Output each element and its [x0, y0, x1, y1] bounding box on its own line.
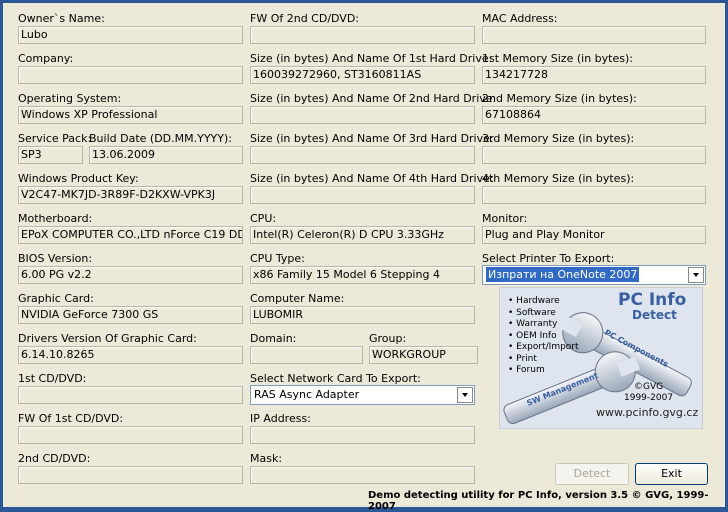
domain-label: Domain: [250, 332, 297, 345]
graphic-card-label: Graphic Card: [18, 292, 94, 305]
printer-select[interactable]: Изпрати на OneNote 2007 [482, 265, 706, 285]
list-item: Hardware [508, 296, 579, 308]
graphic-driver-label: Drivers Version Of Graphic Card: [18, 332, 197, 345]
logo-gvg: ©GVG [633, 382, 664, 392]
list-item: Print [508, 354, 579, 366]
hdd2-label: Size (in bytes) And Name Of 2nd Hard Dri… [250, 92, 497, 105]
list-item: Warranty [508, 319, 579, 331]
hdd3-label: Size (in bytes) And Name Of 3rd Hard Dri… [250, 132, 494, 145]
service-pack-field[interactable]: SP3 [18, 146, 83, 164]
mem3-label: 3rd Memory Size (in bytes): [482, 132, 635, 145]
cpu-label: CPU: [250, 212, 277, 225]
product-key-field[interactable]: V2C47-MK7JD-3R89F-D2KXW-VPK3J [18, 186, 243, 204]
service-pack-label: Service Pack: [18, 132, 92, 145]
cd2-field[interactable] [18, 466, 243, 484]
footer-text: Demo detecting utility for PC Info, vers… [368, 490, 709, 512]
cd2-fw-label: FW Of 2nd CD/DVD: [250, 12, 360, 25]
mem2-label: 2nd Memory Size (in bytes): [482, 92, 637, 105]
mask-label: Mask: [250, 452, 283, 465]
cpu-type-label: CPU Type: [250, 252, 305, 265]
monitor-field[interactable]: Plug and Play Monitor [482, 226, 706, 244]
list-item: Export/Import [508, 342, 578, 354]
build-date-field[interactable]: 13.06.2009 [89, 146, 243, 164]
network-select[interactable]: RAS Async Adapter [250, 385, 475, 405]
domain-field[interactable] [250, 346, 363, 364]
cd1-fw-label: FW Of 1st CD/DVD: [18, 412, 124, 425]
os-field[interactable]: Windows XP Professional [18, 106, 243, 124]
graphic-driver-field[interactable]: 6.14.10.8265 [18, 346, 243, 364]
cd2-label: 2nd CD/DVD: [18, 452, 91, 465]
cpu-type-field[interactable]: x86 Family 15 Model 6 Stepping 4 [250, 266, 475, 284]
cd1-fw-field[interactable] [18, 426, 243, 444]
motherboard-label: Motherboard: [18, 212, 93, 225]
network-select-value: RAS Async Adapter [254, 388, 360, 401]
mem3-field[interactable] [482, 146, 706, 164]
bios-field[interactable]: 6.00 PG v2.2 [18, 266, 243, 284]
detect-button[interactable]: Detect [555, 463, 629, 485]
owner-name-label: Owner`s Name: [18, 12, 105, 25]
feature-list: Hardware Software Warranty OEM Info Expo… [508, 296, 579, 377]
build-date-label: Build Date (DD.MM.YYYY): [89, 132, 232, 145]
hdd1-label: Size (in bytes) And Name Of 1st Hard Dri… [250, 52, 493, 65]
cpu-field[interactable]: Intel(R) Celeron(R) D CPU 3.33GHz [250, 226, 475, 244]
bios-label: BIOS Version: [18, 252, 93, 265]
computer-name-label: Computer Name: [250, 292, 345, 305]
motherboard-field[interactable]: EPoX COMPUTER CO.,LTD nForce C19 DDR2 : [18, 226, 243, 244]
ip-label: IP Address: [250, 412, 311, 425]
mac-field[interactable] [482, 26, 706, 44]
company-label: Company: [18, 52, 74, 65]
chevron-down-icon[interactable] [688, 267, 704, 283]
pcinfo-logo: PC Components SW Management PC Info Dete… [499, 287, 703, 429]
hdd1-field[interactable]: 160039272960, ST3160811AS [250, 66, 475, 84]
list-item: Software [508, 308, 579, 320]
logo-years: 1999-2007 [624, 393, 674, 403]
os-label: Operating System: [18, 92, 122, 105]
mem2-field[interactable]: 67108864 [482, 106, 706, 124]
list-item: OEM Info [508, 331, 579, 343]
cd1-field[interactable] [18, 386, 243, 404]
product-key-label: Windows Product Key: [18, 172, 139, 185]
mask-field[interactable] [250, 466, 475, 484]
mem4-label: 4th Memory Size (in bytes): [482, 172, 635, 185]
logo-copyright: ©GVG 1999-2007 [624, 382, 673, 404]
monitor-label: Monitor: [482, 212, 528, 225]
group-label: Group: [369, 332, 407, 345]
printer-label: Select Printer To Export: [482, 252, 615, 265]
logo-url: www.pcinfo.gvg.cz [596, 406, 699, 419]
cd1-label: 1st CD/DVD: [18, 372, 87, 385]
hdd2-field[interactable] [250, 106, 475, 124]
ip-field[interactable] [250, 426, 475, 444]
mac-label: MAC Address: [482, 12, 558, 25]
cd2-fw-field[interactable] [250, 26, 475, 44]
mem1-label: 1st Memory Size (in bytes): [482, 52, 633, 65]
printer-select-value: Изпрати на OneNote 2007 [486, 267, 640, 282]
mem4-field[interactable] [482, 186, 706, 204]
main-window: Owner`s Name: Lubo Company: Operating Sy… [3, 3, 725, 507]
chevron-down-icon[interactable] [457, 387, 473, 403]
hdd4-label: Size (in bytes) And Name Of 4th Hard Dri… [250, 172, 494, 185]
exit-button[interactable]: Exit [635, 463, 708, 485]
hdd3-field[interactable] [250, 146, 475, 164]
list-item: Forum [508, 365, 579, 377]
mem1-field[interactable]: 134217728 [482, 66, 706, 84]
company-field[interactable] [18, 66, 243, 84]
logo-subtitle: Detect [632, 308, 677, 322]
graphic-card-field[interactable]: NVIDIA GeForce 7300 GS [18, 306, 243, 324]
group-field[interactable]: WORKGROUP [369, 346, 478, 364]
network-label: Select Network Card To Export: [250, 372, 421, 385]
computer-name-field[interactable]: LUBOMIR [250, 306, 475, 324]
logo-title: PC Info [618, 290, 687, 310]
owner-name-field[interactable]: Lubo [18, 26, 243, 44]
hdd4-field[interactable] [250, 186, 475, 204]
